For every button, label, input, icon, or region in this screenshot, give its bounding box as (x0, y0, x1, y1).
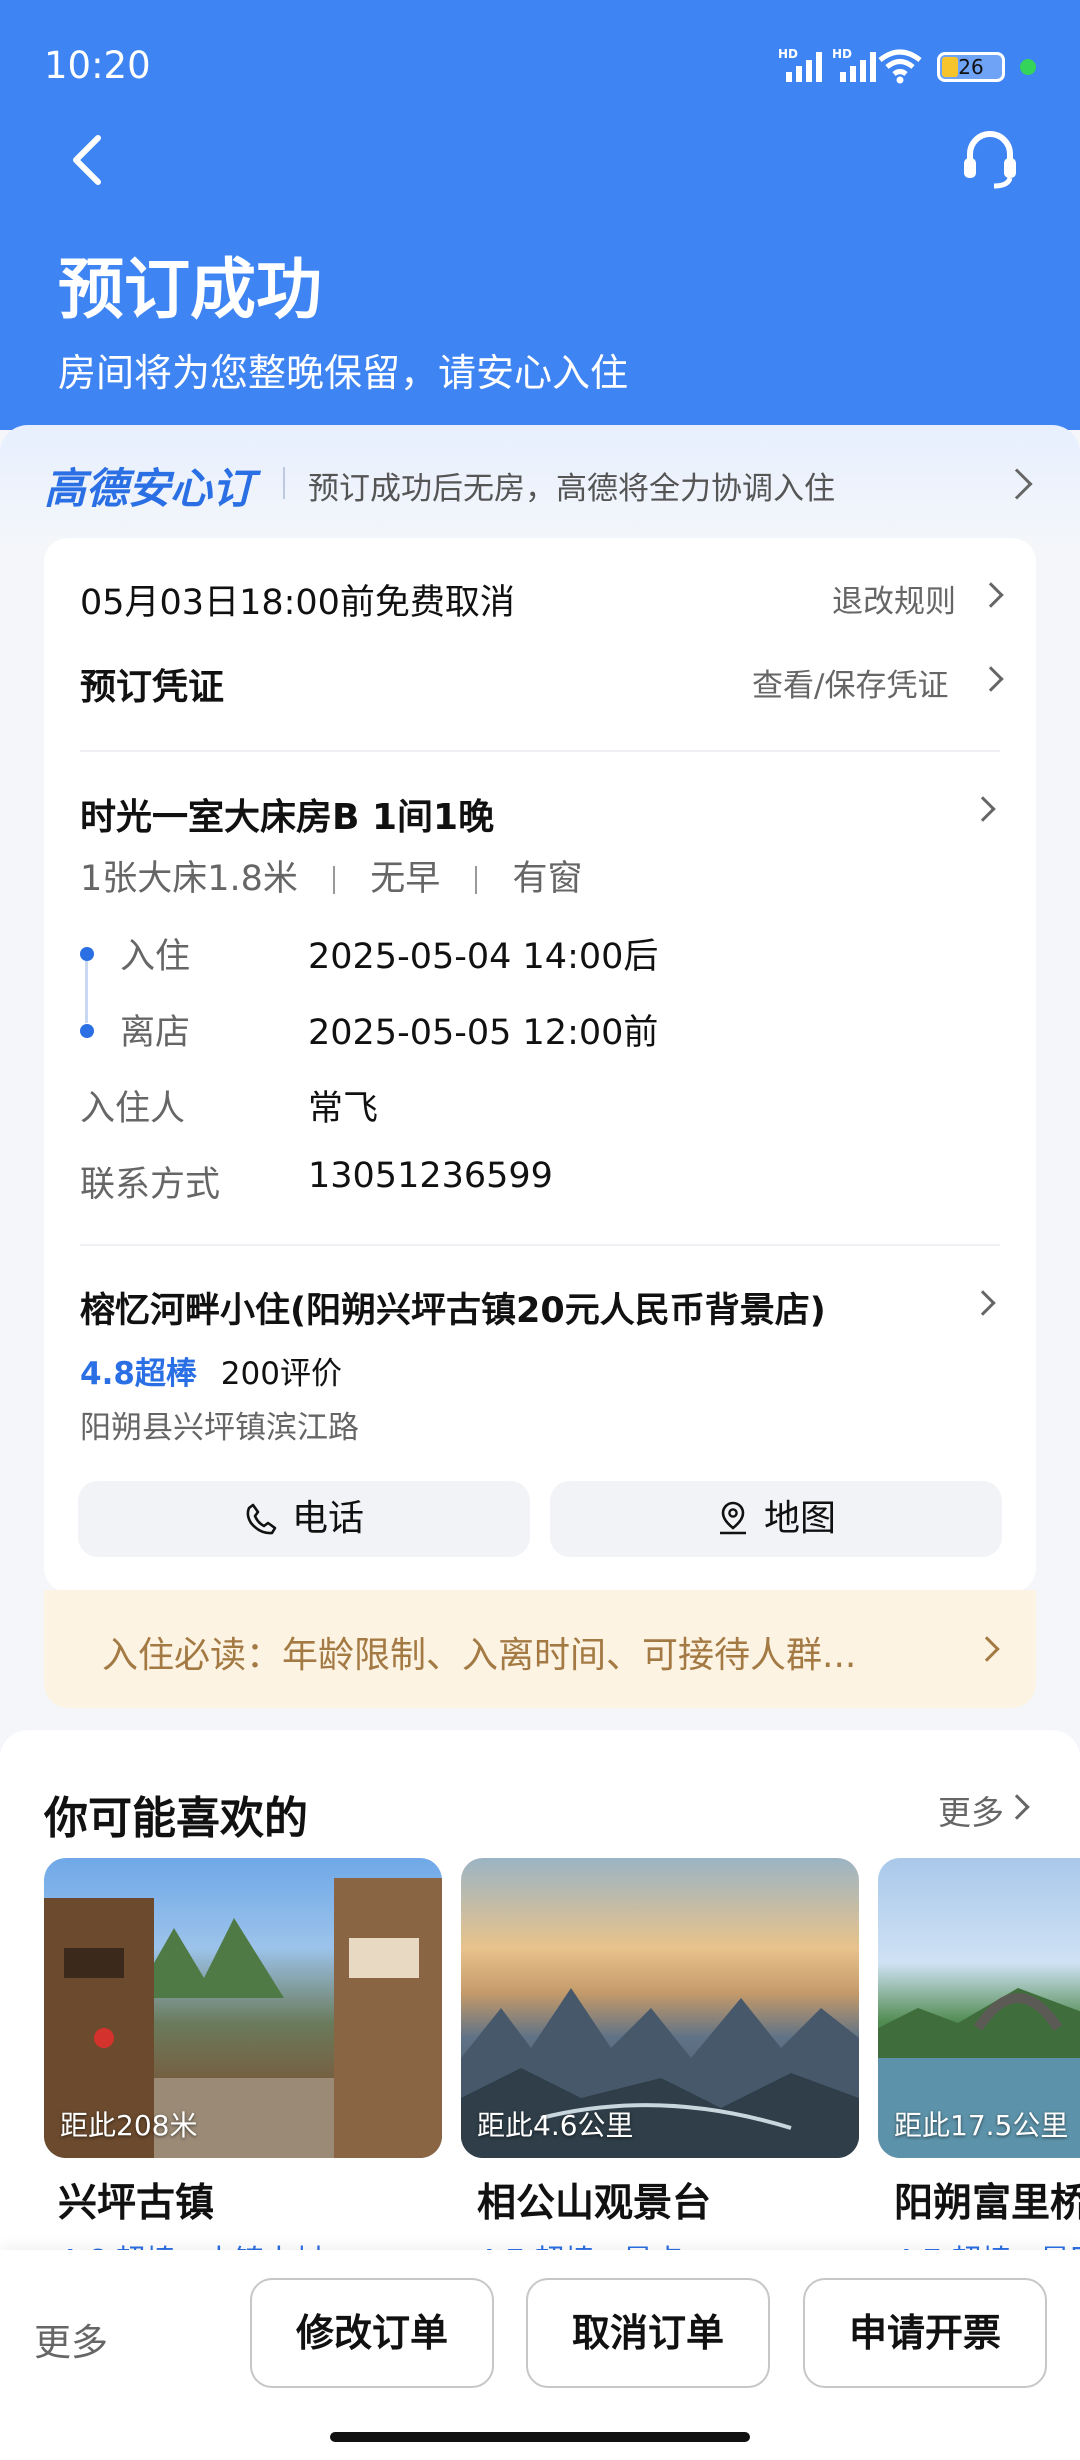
battery-icon: 26 (937, 52, 1005, 82)
recommendation-distance: 距此208米 (60, 2109, 198, 2142)
card-divider (80, 1244, 1000, 1246)
recommendations-more-link[interactable]: 更多 (938, 1786, 1048, 1832)
recommendation-name[interactable]: 阳朔富里桥 (894, 2172, 1080, 2228)
timeline-line (85, 961, 88, 1023)
checkout-dot (80, 1024, 94, 1038)
recommendations-more-label: 更多 (938, 1793, 1004, 1832)
recommendation-name[interactable]: 兴坪古镇 (58, 2172, 214, 2228)
signal-icon: HD (778, 47, 822, 82)
signal-hd-label-1: HD (778, 47, 798, 61)
order-card: 05月03日18:00前免费取消 退改规则 预订凭证 查看/保存凭证 时光一室大… (44, 538, 1036, 1592)
recommendation-name[interactable]: 相公山观景台 (477, 2172, 711, 2228)
room-bed: 1张大床1.8米 (80, 859, 298, 899)
back-arrow-icon[interactable] (58, 130, 118, 190)
chevron-right-icon[interactable] (970, 1290, 996, 1316)
map-button-label: 地图 (763, 1498, 836, 1539)
recommendation-distance: 距此4.6公里 (477, 2109, 634, 2142)
room-title[interactable]: 时光一室大床房B 1间1晚 (80, 788, 494, 840)
checkin-value: 2025-05-04 14:00后 (308, 937, 659, 977)
phone-button[interactable]: 电话 (78, 1481, 530, 1557)
cancel-order-button[interactable]: 取消订单 (526, 2278, 770, 2388)
checkout-value: 2025-05-05 12:00前 (308, 1013, 659, 1053)
chevron-right-icon[interactable] (970, 796, 996, 822)
chevron-right-icon (978, 582, 1004, 608)
hotel-rating: 4.8超棒 (80, 1356, 197, 1392)
room-window: 有窗 (512, 859, 583, 899)
contact-label: 联系方式 (80, 1165, 221, 1205)
room-breakfast: 无早 (370, 859, 441, 899)
recommendation-image-3[interactable]: 距此17.5公里 (878, 1858, 1080, 2158)
room-features: 1张大床1.8米 无早 有窗 (80, 850, 583, 901)
cancel-rules-link[interactable]: 退改规则 (832, 576, 1022, 620)
checkout-label: 离店 (120, 1013, 191, 1053)
recommendation-image-1[interactable]: 距此208米 (44, 1858, 442, 2158)
feature-separator (475, 866, 478, 894)
wifi-icon (878, 49, 922, 84)
phone-icon (246, 1503, 277, 1535)
feature-separator (333, 866, 336, 894)
phone-button-label: 电话 (291, 1498, 364, 1539)
customer-service-icon[interactable] (960, 128, 1020, 192)
map-pin-icon (719, 1501, 746, 1535)
hotel-reviews: 200评价 (220, 1356, 342, 1392)
voucher-action-label: 查看/保存凭证 (752, 668, 949, 704)
page-title: 预订成功 (58, 251, 322, 328)
voucher-link[interactable]: 查看/保存凭证 (752, 660, 1024, 704)
contact-value: 13051236599 (308, 1156, 553, 1196)
card-divider (80, 750, 1000, 752)
status-time: 10:20 (44, 44, 151, 87)
hotel-rating-row: 4.8超棒 200评价 (80, 1348, 342, 1393)
chevron-right-icon (1004, 1794, 1030, 1820)
order-success-page: 10:20 HD HD 26 预订成功 房间将为您整晚保留，请安心入住 高德安心… (0, 0, 1080, 2460)
checkin-dot (80, 947, 94, 961)
guarantee-description: 预订成功后无房，高德将全力协调入住 (308, 471, 835, 507)
signal-hd-label-2: HD (832, 47, 852, 61)
checkin-label: 入住 (120, 937, 191, 977)
modify-order-button[interactable]: 修改订单 (250, 2278, 494, 2388)
status-bar: 10:20 HD HD 26 (0, 0, 1080, 140)
chevron-right-icon (974, 1636, 1000, 1662)
battery-level: 26 (958, 55, 984, 79)
cancel-rules-label: 退改规则 (832, 584, 956, 620)
status-indicator-dot (1020, 59, 1036, 75)
guarantee-divider (283, 467, 285, 499)
request-invoice-button[interactable]: 申请开票 (803, 2278, 1047, 2388)
recommendation-distance: 距此17.5公里 (894, 2109, 1069, 2142)
home-indicator[interactable] (330, 2432, 750, 2442)
free-cancel-text: 05月03日18:00前免费取消 (80, 583, 515, 623)
voucher-label: 预订凭证 (80, 667, 225, 708)
chevron-right-icon (978, 666, 1004, 692)
checkin-notice[interactable]: 入住必读：年龄限制、入离时间、可接待人群... (44, 1590, 1036, 1708)
recommendations-title: 你可能喜欢的 (44, 1793, 308, 1844)
guest-label: 入住人 (80, 1089, 186, 1129)
notice-text: 入住必读：年龄限制、入离时间、可接待人群... (102, 1635, 857, 1676)
chevron-right-icon (1001, 468, 1033, 500)
guarantee-banner[interactable]: 高德安心订 预订成功后无房，高德将全力协调入住 (0, 425, 1080, 545)
recommendation-image-2[interactable]: 距此4.6公里 (461, 1858, 859, 2158)
hotel-address: 阳朔县兴坪镇滨江路 (80, 1410, 359, 1446)
hotel-name[interactable]: 榕忆河畔小住(阳朔兴坪古镇20元人民币背景店) (80, 1282, 826, 1333)
bottom-more-button[interactable]: 更多 (34, 2312, 108, 2366)
signal-icon-2: HD (832, 47, 876, 82)
guest-value: 常飞 (308, 1089, 379, 1129)
page-subtitle: 房间将为您整晚保留，请安心入住 (58, 351, 629, 395)
map-button[interactable]: 地图 (550, 1481, 1002, 1557)
guarantee-brand: 高德安心订 (44, 464, 255, 513)
